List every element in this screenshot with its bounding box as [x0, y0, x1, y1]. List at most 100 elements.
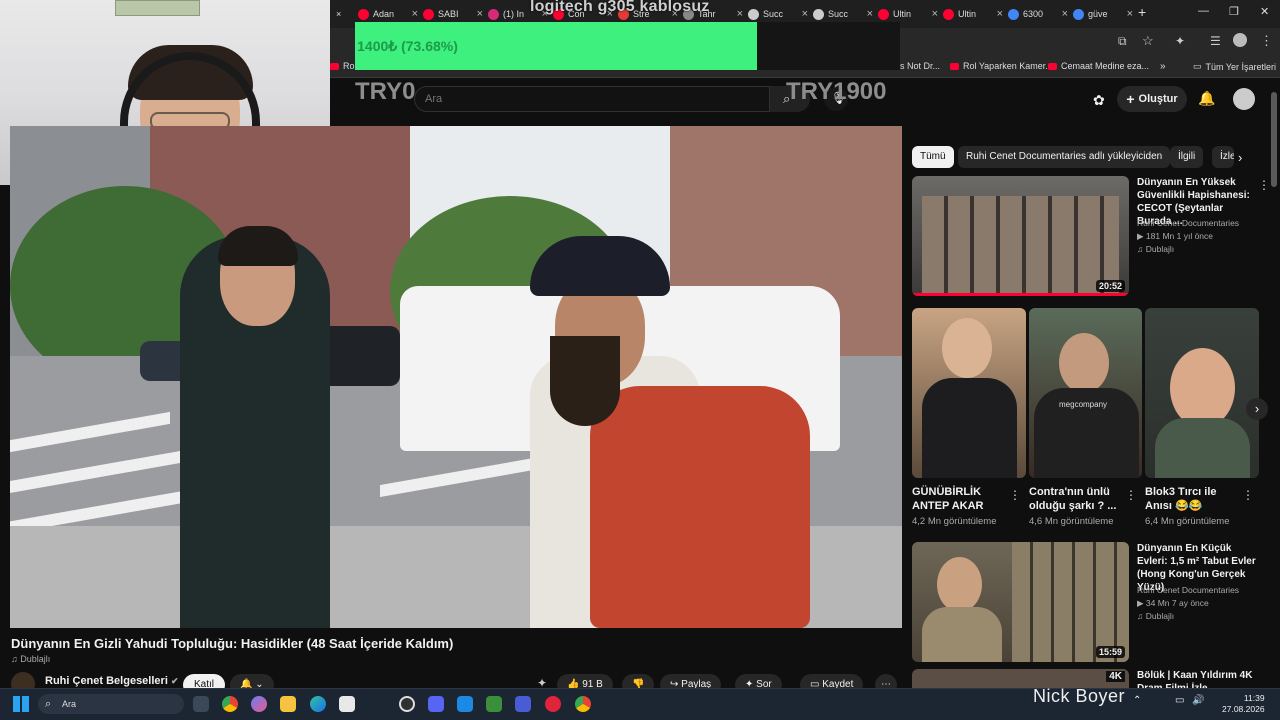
- app-icon[interactable]: [457, 696, 473, 712]
- app-icon[interactable]: [515, 696, 531, 712]
- chrome-icon[interactable]: [575, 696, 591, 712]
- tab-close-icon[interactable]: ×: [1127, 8, 1133, 20]
- bookmark-item[interactable]: Cemaat Medine eza...: [1048, 61, 1149, 71]
- dubbed-badge: ♫ Dublajlı: [1137, 244, 1175, 254]
- more-options-icon[interactable]: ⋮: [1009, 488, 1021, 502]
- browser-tab[interactable]: 6300 ×: [1008, 4, 1068, 24]
- bookmark-item[interactable]: Ro: [330, 61, 355, 71]
- thumbnail-art: [1170, 348, 1235, 428]
- short-views: 4,2 Mn görüntüleme: [912, 516, 997, 527]
- chip-uploader[interactable]: Ruhi Cenet Documentaries adlı yükleyicid…: [958, 146, 1171, 168]
- tab-label: güve: [1088, 9, 1108, 19]
- beard: [550, 336, 620, 426]
- short-overlay-text: megcompany: [1059, 400, 1108, 409]
- minecraft-icon[interactable]: [486, 696, 502, 712]
- bookmark-item[interactable]: s Not Dr...: [900, 61, 940, 71]
- copilot-icon[interactable]: [251, 696, 267, 712]
- page-scrollbar[interactable]: [1271, 92, 1277, 187]
- bookmark-item[interactable]: Rol Yaparken Kamer...: [950, 61, 1053, 71]
- views-icon: ▶: [1137, 231, 1146, 241]
- screen-share-icon[interactable]: ⧉: [1118, 34, 1127, 49]
- clock-date: 27.08.2026: [1222, 704, 1265, 714]
- chevron-right-icon[interactable]: ›: [1246, 398, 1268, 420]
- search-box[interactable]: [414, 86, 770, 112]
- chip-watched[interactable]: İzle: [1212, 146, 1234, 168]
- chip-all[interactable]: Tümü: [912, 146, 954, 168]
- search-input[interactable]: [423, 91, 723, 107]
- network-icon[interactable]: ▭: [1175, 695, 1184, 706]
- create-button[interactable]: + Oluştur: [1117, 86, 1187, 112]
- more-options-icon[interactable]: ⋮: [1125, 488, 1137, 502]
- volume-icon[interactable]: 🔊: [1192, 695, 1204, 706]
- tab-close-icon[interactable]: ×: [412, 8, 418, 20]
- reading-list-icon[interactable]: ☰: [1210, 34, 1221, 48]
- channel-name[interactable]: Ruhi Çenet Belgeselleri ✔: [45, 675, 178, 687]
- short-title[interactable]: Blok3 Tırcı ile Anısı 😂😂: [1145, 485, 1240, 513]
- taskbar-clock[interactable]: 11:39 27.08.2026: [1222, 693, 1265, 715]
- account-avatar[interactable]: [1233, 88, 1255, 110]
- bookmark-star-icon[interactable]: ☆: [1142, 33, 1154, 49]
- obs-icon[interactable]: [399, 696, 415, 712]
- tab-favicon-icon: [1008, 8, 1019, 20]
- browser-tab[interactable]: SABI ×: [423, 4, 483, 24]
- file-explorer-icon[interactable]: [280, 696, 296, 712]
- recommendation-title[interactable]: Bölük | Kaan Yıldırım 4K Dram Filmi İzle: [1137, 669, 1267, 688]
- duration-badge: 20:52: [1095, 280, 1125, 292]
- short-title[interactable]: Contra'nın ünlü olduğu şarkı ? ...: [1029, 485, 1124, 513]
- taskbar-search-label: Ara: [62, 699, 77, 709]
- short-thumbnail[interactable]: [912, 308, 1026, 478]
- short-thumbnail[interactable]: megcompany: [1029, 308, 1142, 478]
- tab-close-icon[interactable]: ×: [932, 8, 938, 20]
- windows-start-icon[interactable]: [13, 696, 29, 712]
- chevron-right-icon[interactable]: »: [1160, 61, 1166, 72]
- extensions-icon[interactable]: ✦: [1175, 34, 1185, 48]
- short-views: 4,6 Mn görüntüleme: [1029, 516, 1114, 527]
- tab-close-icon[interactable]: ×: [802, 8, 808, 20]
- tab-close-icon[interactable]: ×: [1062, 8, 1068, 20]
- chip-related[interactable]: İlgili: [1170, 146, 1204, 168]
- tab-label: Succ: [828, 9, 849, 19]
- video-title: Dünyanın En Gizli Yahudi Topluluğu: Hasi…: [11, 636, 454, 651]
- taskbar-search[interactable]: ⌕ Ara: [38, 694, 184, 714]
- donation-goal-text: logitech g305 kablosuz: [530, 0, 710, 15]
- short-thumbnail[interactable]: [1145, 308, 1259, 478]
- tab-close-icon[interactable]: ×: [867, 8, 873, 20]
- gemini-icon[interactable]: ✿: [1093, 92, 1105, 109]
- menu-icon[interactable]: ⋮: [1260, 33, 1273, 49]
- tab-close-icon[interactable]: ×: [997, 8, 1003, 20]
- app-icon[interactable]: [339, 696, 355, 712]
- browser-tab[interactable]: Ultin ×: [878, 4, 938, 24]
- profile-icon[interactable]: [1233, 33, 1247, 47]
- tab-favicon-icon: [423, 8, 434, 20]
- video-player[interactable]: [10, 126, 902, 628]
- tab-close-icon[interactable]: ×: [737, 8, 743, 20]
- all-bookmarks[interactable]: ▭ Tüm Yer İşaretleri: [1193, 61, 1276, 72]
- recommendation-channel[interactable]: Ruhi Cenet Documentaries: [1137, 584, 1239, 596]
- short-title[interactable]: GÜNÜBİRLİK ANTEP AKAR: [912, 485, 1007, 513]
- edge-icon[interactable]: [310, 696, 326, 712]
- app-icon[interactable]: [545, 696, 561, 712]
- task-view-icon[interactable]: [193, 696, 209, 712]
- streamer-name: Nick Boyer: [1033, 686, 1126, 706]
- browser-tab[interactable]: Succ ×: [748, 4, 808, 24]
- browser-tab[interactable]: Adan ×: [358, 4, 418, 24]
- chevron-right-icon[interactable]: ›: [1238, 150, 1242, 165]
- chrome-icon[interactable]: [222, 696, 238, 712]
- thumbnail-art: [1155, 418, 1250, 478]
- recommendation-channel[interactable]: Ruhi Cenet Documentaries: [1137, 217, 1239, 229]
- more-options-icon[interactable]: ⋮: [1258, 178, 1270, 192]
- cap: [530, 236, 670, 296]
- chevron-up-icon[interactable]: ⌃: [1133, 695, 1141, 706]
- more-options-icon[interactable]: ⋮: [1242, 488, 1254, 502]
- browser-tab[interactable]: Ultin ×: [943, 4, 1003, 24]
- discord-icon[interactable]: [428, 696, 444, 712]
- browser-tab[interactable]: Succ ×: [813, 4, 873, 24]
- notifications-bell-icon[interactable]: 🔔: [1198, 90, 1215, 107]
- tab-favicon-icon: [943, 8, 954, 20]
- tab-close-icon[interactable]: ×: [477, 8, 483, 20]
- tab-close-icon[interactable]: ×: [336, 4, 341, 24]
- browser-tab[interactable]: güve ×: [1073, 4, 1133, 24]
- recommendation-thumbnail[interactable]: 15:59: [912, 542, 1129, 662]
- thumbnail-art: [922, 378, 1017, 478]
- recommendation-thumbnail[interactable]: 20:52: [912, 176, 1129, 296]
